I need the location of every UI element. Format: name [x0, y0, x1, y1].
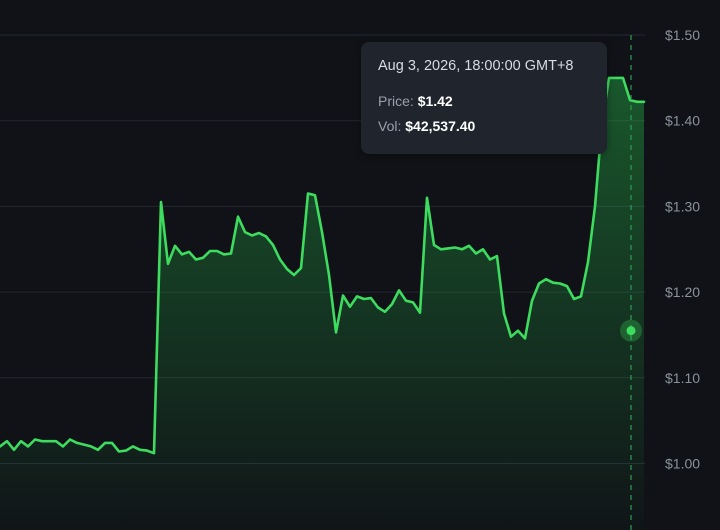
y-axis-labels: $1.00 $1.10 $1.20 $1.30 $1.40 $1.50 — [665, 27, 700, 472]
y-tick-label: $1.00 — [665, 456, 700, 472]
price-chart-svg[interactable]: $1.00 $1.10 $1.20 $1.30 $1.40 $1.50 — [0, 0, 720, 530]
tooltip-price-value: $1.42 — [417, 93, 453, 109]
price-tooltip: Aug 3, 2026, 18:00:00 GMT+8 Price: $1.42… — [361, 42, 607, 154]
y-tick-label: $1.40 — [665, 113, 700, 129]
tooltip-price-label: Price: — [378, 93, 414, 109]
y-tick-label: $1.30 — [665, 198, 700, 214]
y-tick-label: $1.10 — [665, 370, 700, 386]
tooltip-vol-value: $42,537.40 — [405, 118, 476, 134]
tooltip-vol-label: Vol: — [378, 118, 402, 134]
tooltip-price-row: Price: $1.42 — [378, 89, 591, 114]
tooltip-vol-row: Vol: $42,537.40 — [378, 114, 591, 139]
y-tick-label: $1.50 — [665, 27, 700, 43]
y-tick-label: $1.20 — [665, 284, 700, 300]
price-chart[interactable]: $1.00 $1.10 $1.20 $1.30 $1.40 $1.50 Aug 3, 20… — [0, 0, 720, 530]
tooltip-date: Aug 3, 2026, 18:00:00 GMT+8 — [378, 58, 574, 74]
highlight-point — [626, 326, 636, 336]
